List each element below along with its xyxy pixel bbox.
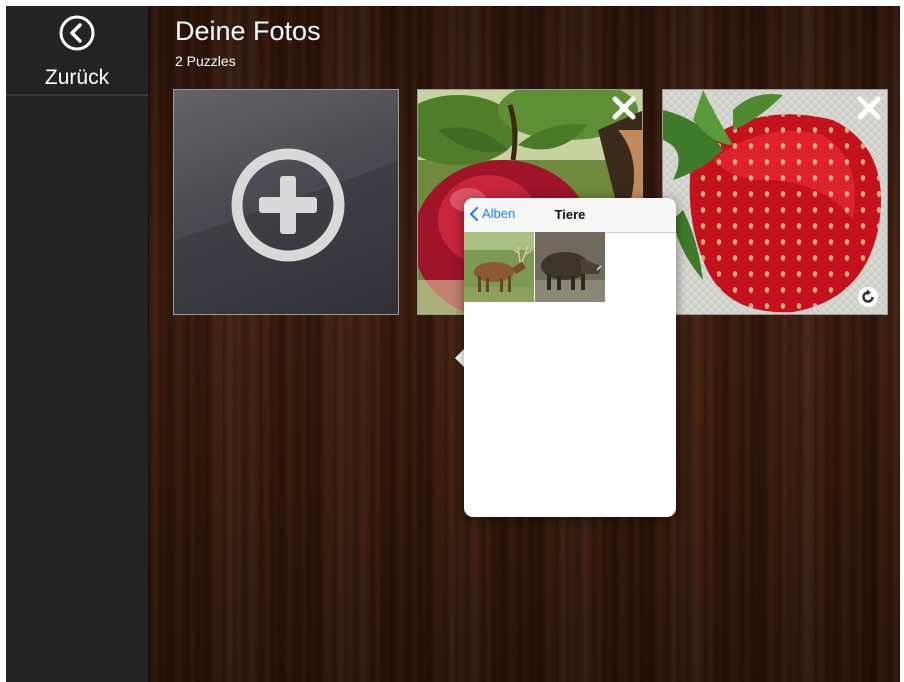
app-frame: Zurück Deine Fotos 2 Puzzles Alben Tiere — [6, 6, 900, 682]
wild-boar-photo — [535, 232, 605, 302]
back-label: Zurück — [44, 66, 110, 89]
deer-photo — [464, 232, 534, 302]
plus-circle-icon — [174, 90, 398, 262]
puzzle-tile-strawberry[interactable] — [662, 89, 888, 315]
close-icon[interactable] — [855, 94, 883, 122]
rotate-icon[interactable] — [857, 286, 879, 308]
photo-picker-popover: Alben Tiere — [464, 198, 676, 517]
strawberry-photo — [663, 90, 887, 314]
sidebar: Zurück — [6, 6, 149, 682]
photo-thumbnail-deer[interactable] — [464, 232, 534, 302]
close-icon[interactable] — [610, 94, 638, 122]
photo-gallery: Deine Fotos 2 Puzzles Alben Tiere — [149, 6, 900, 682]
popover-navbar: Alben Tiere — [464, 198, 676, 233]
puzzle-count: 2 Puzzles — [175, 53, 236, 69]
add-photo-tile[interactable] — [173, 89, 399, 315]
photo-thumbnail-wild-boar[interactable] — [535, 232, 605, 302]
album-title: Tiere — [554, 207, 586, 222]
chevron-left-circle-icon — [59, 15, 95, 51]
back-button[interactable]: Zurück — [6, 6, 148, 96]
page-title: Deine Fotos — [175, 16, 321, 46]
